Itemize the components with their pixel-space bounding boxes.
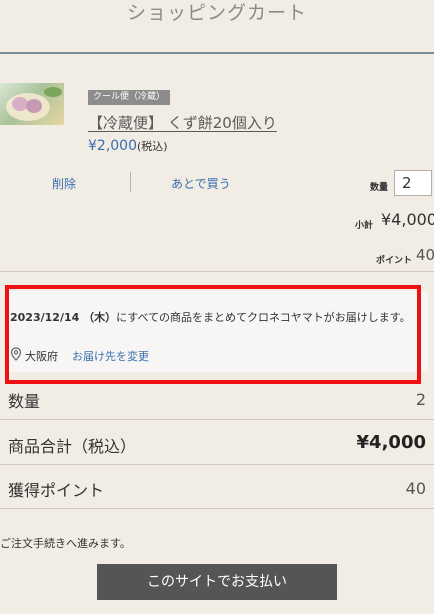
checkout-proceed-text: ご注文手続きへ進みます。	[0, 537, 131, 550]
subtotal-label: 小計	[355, 221, 374, 231]
summary-total-value: ¥4,000	[356, 432, 426, 453]
header-divider	[0, 52, 434, 54]
price-value: ¥2,000	[88, 138, 137, 154]
quantity-label: 数量	[370, 183, 389, 193]
highlight-frame	[5, 285, 421, 384]
summary-total-label: 商品合計（税込）	[8, 437, 137, 456]
save-for-later-link[interactable]: あとで買う	[171, 175, 231, 192]
summary-divider	[0, 419, 434, 420]
summary-quantity-value: 2	[415, 390, 426, 409]
product-name-link[interactable]: 【冷蔵便】 くず餅20個入り	[88, 112, 277, 133]
quantity-input[interactable]: 2	[394, 170, 432, 196]
summary-divider	[0, 464, 434, 465]
page-title: ショッピングカート	[126, 2, 307, 24]
pay-on-site-button[interactable]: このサイトでお支払い	[97, 564, 337, 600]
product-thumbnail[interactable]	[0, 83, 64, 125]
delete-link[interactable]: 削除	[52, 175, 76, 192]
product-price: ¥2,000(税込)	[88, 138, 168, 154]
item-divider	[0, 271, 434, 272]
summary-points-value: 40	[405, 479, 426, 498]
summary-divider	[0, 508, 434, 509]
item-points-label: ポイント	[376, 256, 413, 266]
summary-points-label: 獲得ポイント	[8, 481, 105, 500]
item-points-value: 40	[416, 246, 434, 264]
price-tax-note: (税込)	[137, 140, 168, 153]
summary-quantity-label: 数量	[8, 392, 41, 411]
cool-delivery-badge: クール便（冷蔵）	[88, 90, 171, 105]
action-separator	[130, 172, 131, 192]
subtotal-value: ¥4,000	[381, 210, 434, 229]
